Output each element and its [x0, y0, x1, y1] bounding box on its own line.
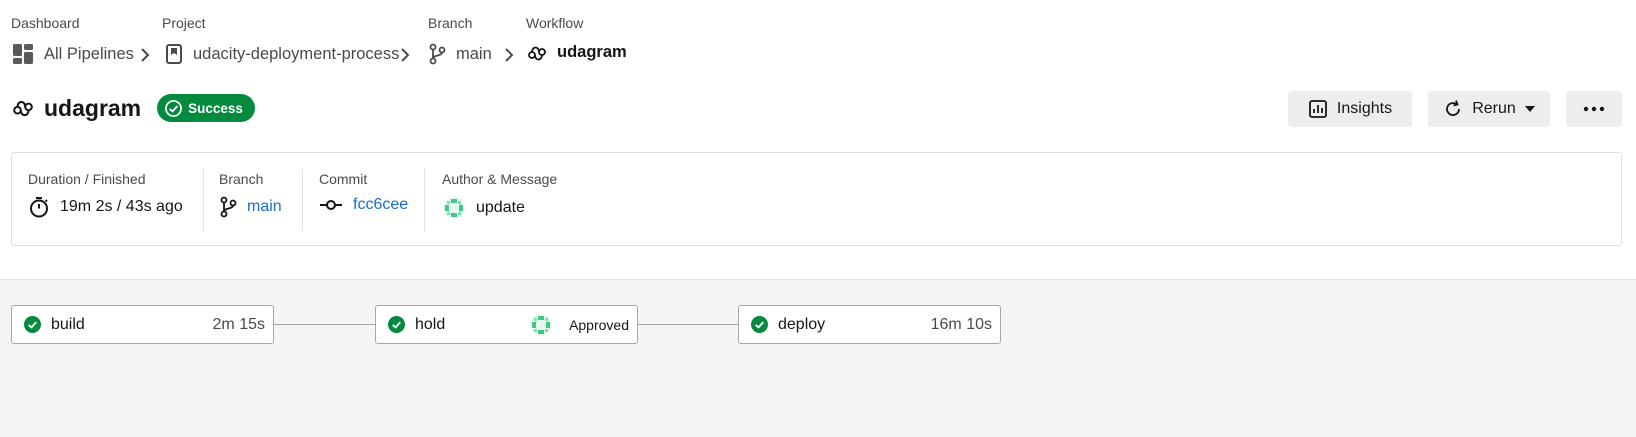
divider	[302, 169, 303, 231]
project-icon	[165, 43, 183, 65]
job-duration: 2m 15s	[212, 315, 265, 333]
success-icon	[388, 316, 405, 333]
rerun-button-label: Rerun	[1472, 100, 1516, 117]
job-name: hold	[415, 315, 446, 333]
divider	[203, 169, 204, 231]
branch-link[interactable]: main	[247, 198, 282, 216]
duration-value: 19m 2s / 43s ago	[60, 198, 183, 215]
job-connector	[274, 324, 375, 325]
branch-icon	[428, 43, 446, 65]
breadcrumb-branch[interactable]: main	[428, 43, 492, 65]
chevron-right-icon	[503, 47, 515, 63]
branch-value-group: main	[219, 196, 282, 218]
success-icon	[24, 316, 41, 333]
duration-value-group: 19m 2s / 43s ago	[28, 196, 183, 218]
duration-label: Duration / Finished	[28, 171, 146, 187]
breadcrumb-branch-label: main	[456, 44, 492, 63]
workflow-graph	[0, 279, 1636, 437]
workflow-icon	[12, 98, 34, 118]
breadcrumb-workflow[interactable]: udagram	[527, 43, 627, 62]
breadcrumb-all-pipelines[interactable]: All Pipelines	[12, 43, 134, 65]
job-name: build	[51, 315, 85, 333]
commit-link[interactable]: fcc6cee	[353, 196, 408, 214]
author-value-group: update	[442, 196, 525, 220]
author-label: Author & Message	[442, 171, 558, 187]
commit-value-group: fcc6cee	[319, 196, 408, 214]
status-badge: Success	[157, 94, 255, 122]
job-card-build[interactable]: build 2m 15s	[11, 305, 274, 344]
branch-label: Branch	[219, 171, 264, 187]
check-circle-icon	[165, 99, 183, 117]
breadcrumb-label-dashboard: Dashboard	[11, 15, 80, 31]
commit-message: update	[476, 199, 525, 216]
job-card-hold[interactable]: hold Approved	[375, 305, 638, 344]
breadcrumb-label-project: Project	[162, 15, 206, 31]
bar-chart-icon	[1308, 99, 1328, 119]
job-name: deploy	[778, 315, 826, 333]
page-header: udagram Success	[12, 94, 255, 122]
success-icon	[751, 316, 768, 333]
breadcrumb-label-branch: Branch	[428, 15, 473, 31]
breadcrumb-project-label: udacity-deployment-process	[193, 44, 400, 63]
job-duration: 16m 10s	[930, 315, 992, 333]
refresh-icon	[1443, 99, 1463, 119]
status-badge-label: Success	[188, 100, 243, 116]
approval-status: Approved	[569, 316, 629, 333]
divider	[424, 169, 425, 231]
breadcrumb-label-workflow: Workflow	[526, 15, 584, 31]
page-title: udagram	[44, 94, 142, 121]
avatar	[529, 313, 553, 337]
commit-icon	[319, 198, 343, 212]
workflow-summary: Duration / Finished 19m 2s / 43s ago Bra…	[11, 152, 1622, 246]
breadcrumb-project[interactable]: udacity-deployment-process	[165, 43, 399, 65]
breadcrumb-all-pipelines-label: All Pipelines	[44, 44, 134, 63]
chevron-right-icon	[139, 47, 151, 63]
avatar[interactable]	[442, 196, 466, 220]
branch-icon	[219, 196, 237, 218]
commit-label: Commit	[319, 171, 368, 187]
stopwatch-icon	[28, 196, 50, 218]
breadcrumb-workflow-label: udagram	[557, 43, 627, 61]
insights-button[interactable]: Insights	[1288, 91, 1412, 127]
chevron-right-icon	[399, 47, 411, 63]
workflow-icon	[527, 44, 547, 62]
ellipsis-icon	[1583, 106, 1605, 112]
dashboard-icon	[12, 43, 34, 65]
job-card-deploy[interactable]: deploy 16m 10s	[738, 305, 1001, 344]
more-options-button[interactable]	[1566, 91, 1622, 127]
job-connector	[637, 324, 738, 325]
rerun-button[interactable]: Rerun	[1428, 91, 1550, 127]
caret-down-icon	[1524, 106, 1535, 112]
insights-button-label: Insights	[1336, 100, 1393, 117]
